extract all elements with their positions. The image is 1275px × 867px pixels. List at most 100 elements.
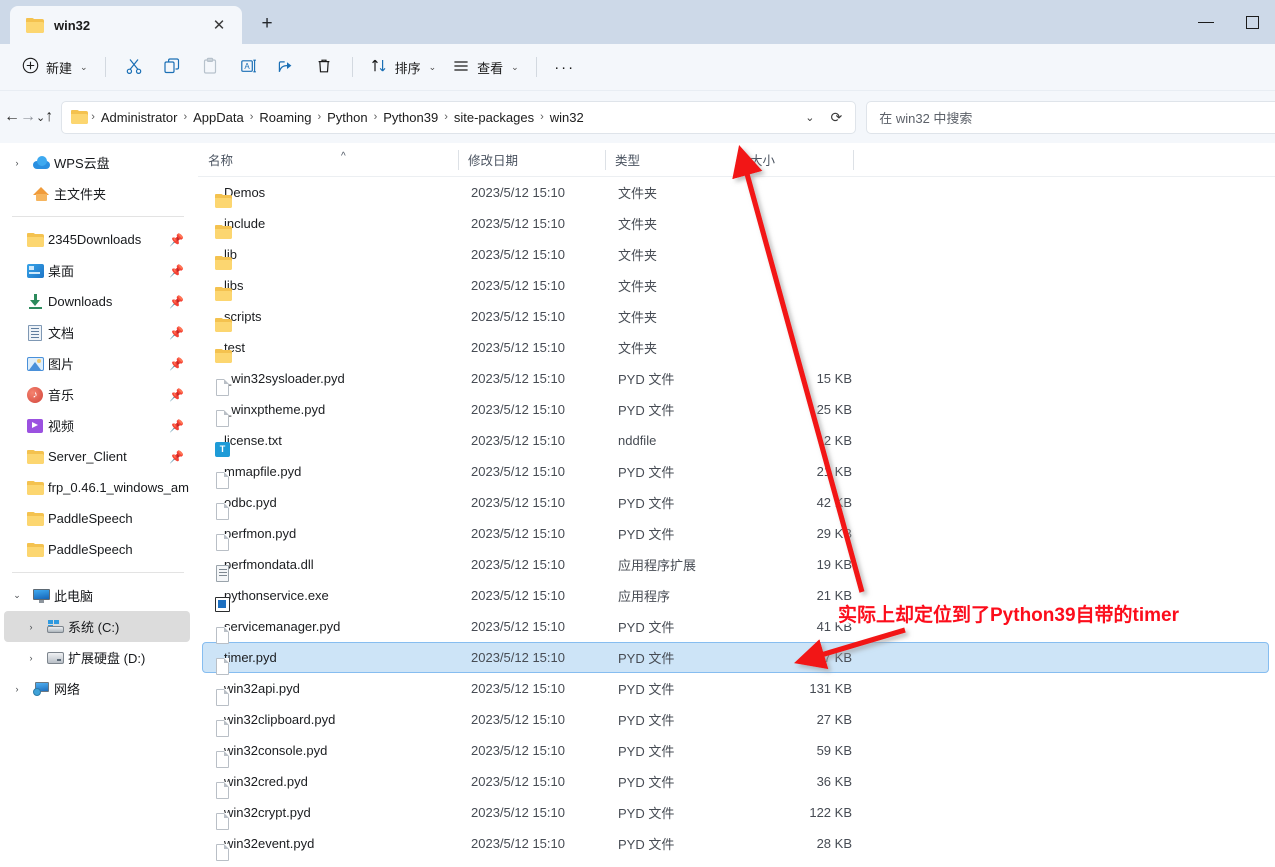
pin-icon[interactable]: 📌: [169, 357, 184, 371]
sidebar-item-music[interactable]: 音乐 📌: [4, 379, 190, 410]
sidebar-item-pictures[interactable]: 图片 📌: [4, 348, 190, 379]
chevron-right-icon[interactable]: ›: [6, 158, 28, 168]
maximize-icon[interactable]: [1229, 0, 1275, 44]
table-row[interactable]: test 2023/5/12 15:10 文件夹: [202, 332, 1269, 363]
sidebar-item-frp[interactable]: frp_0.46.1_windows_am: [4, 472, 190, 503]
breadcrumb-site-packages[interactable]: site-packages: [449, 107, 539, 128]
navigation-sidebar[interactable]: › WPS云盘 › 主文件夹 2345Downloads 📌 桌面 📌 Down…: [0, 143, 198, 867]
table-row[interactable]: mmapfile.pyd 2023/5/12 15:10 PYD 文件 21 KB: [202, 456, 1269, 489]
annotation-label: 实际上却定位到了Python39自带的timer: [838, 605, 1179, 626]
chevron-right-icon[interactable]: ›: [20, 622, 42, 632]
sidebar-item-wps-cloud[interactable]: › WPS云盘: [4, 147, 190, 178]
sidebar-item-videos[interactable]: 视频 📌: [4, 410, 190, 441]
breadcrumb-appdata[interactable]: AppData: [188, 107, 249, 128]
breadcrumb-python[interactable]: Python: [322, 107, 372, 128]
table-row[interactable]: timer.pyd 2023/5/12 15:10 PYD 文件 17 KB: [202, 642, 1269, 675]
pin-icon[interactable]: 📌: [169, 450, 184, 464]
sidebar-item-drive-d[interactable]: › 扩展硬盘 (D:): [4, 642, 190, 673]
table-row[interactable]: scripts 2023/5/12 15:10 文件夹: [202, 301, 1269, 332]
file-date-cell: 2023/5/12 15:10: [471, 216, 565, 231]
minimize-icon[interactable]: [1183, 0, 1229, 44]
tab-strip: win32 ✕ +: [0, 0, 284, 44]
search-box[interactable]: 在 win32 中搜索: [866, 100, 1275, 134]
column-header-size[interactable]: 大小: [740, 148, 853, 172]
table-row[interactable]: include 2023/5/12 15:10 文件夹: [202, 208, 1269, 239]
table-row[interactable]: win32cred.pyd 2023/5/12 15:10 PYD 文件 36 KB: [202, 766, 1269, 799]
pin-icon[interactable]: 📌: [169, 264, 184, 278]
table-row[interactable]: _winxptheme.pyd 2023/5/12 15:10 PYD 文件 25 K…: [202, 394, 1269, 427]
breadcrumb-administrator[interactable]: Administrator: [96, 107, 183, 128]
table-row[interactable]: win32event.pyd 2023/5/12 15:10 PYD 文件 28 KB: [202, 828, 1269, 861]
table-row[interactable]: lib 2023/5/12 15:10 文件夹: [202, 239, 1269, 270]
column-header-name[interactable]: 名称 ^: [198, 148, 458, 172]
file-name-cell: perfmondata.dll: [203, 557, 463, 582]
sidebar-item-documents[interactable]: 文档 📌: [4, 317, 190, 348]
delete-button[interactable]: [305, 51, 343, 83]
column-header-type-label: 类型: [615, 154, 641, 168]
plus-icon[interactable]: +: [250, 7, 284, 41]
file-name-label: win32event.pyd: [224, 836, 315, 851]
file-name-cell: scripts: [203, 309, 463, 332]
table-row[interactable]: win32console.pyd 2023/5/12 15:10 PYD 文件 59 …: [202, 735, 1269, 768]
breadcrumb-win32[interactable]: win32: [545, 107, 589, 128]
table-row[interactable]: win32api.pyd 2023/5/12 15:10 PYD 文件 131 KB: [202, 673, 1269, 706]
chevron-down-icon: ⌄: [80, 61, 88, 72]
back-button[interactable]: ←: [4, 101, 20, 133]
close-icon[interactable]: ✕: [206, 12, 232, 38]
paste-icon: [201, 57, 219, 78]
new-button[interactable]: 新建 ⌄: [14, 51, 96, 83]
pin-icon[interactable]: 📌: [169, 388, 184, 402]
breadcrumb-python39[interactable]: Python39: [378, 107, 443, 128]
table-row[interactable]: license.txt 2023/5/12 15:10 nddfile 2 KB: [202, 425, 1269, 457]
forward-button[interactable]: →: [20, 101, 36, 133]
chevron-down-icon[interactable]: ⌄: [796, 111, 823, 124]
sidebar-item-network[interactable]: › 网络: [4, 673, 190, 704]
pin-icon[interactable]: 📌: [169, 326, 184, 340]
column-header-type[interactable]: 类型: [605, 148, 740, 172]
more-options-button[interactable]: ···: [546, 51, 584, 83]
sidebar-item-this-pc[interactable]: ⌄ 此电脑: [4, 580, 190, 611]
sidebar-item-downloads[interactable]: Downloads 📌: [4, 286, 190, 317]
chevron-right-icon[interactable]: ›: [6, 684, 28, 694]
refresh-icon[interactable]: ⟳: [823, 109, 849, 126]
sidebar-item-system-c[interactable]: › 系统 (C:): [4, 611, 190, 642]
cut-button[interactable]: [115, 51, 153, 83]
copy-button[interactable]: [153, 51, 191, 83]
sidebar-item-2345downloads[interactable]: 2345Downloads 📌: [4, 224, 190, 255]
file-date-cell: 2023/5/12 15:10: [471, 619, 565, 634]
sidebar-item-paddlespeech-2[interactable]: PaddleSpeech: [4, 534, 190, 565]
search-input[interactable]: 在 win32 中搜索: [879, 108, 972, 127]
chevron-down-icon[interactable]: ⌄: [6, 590, 28, 601]
sidebar-item-desktop[interactable]: 桌面 📌: [4, 255, 190, 286]
table-row[interactable]: odbc.pyd 2023/5/12 15:10 PYD 文件 42 KB: [202, 487, 1269, 520]
paste-button[interactable]: [191, 51, 229, 83]
pin-icon[interactable]: 📌: [169, 295, 184, 309]
recent-locations-button[interactable]: ⌄: [36, 101, 45, 133]
table-row[interactable]: perfmon.pyd 2023/5/12 15:10 PYD 文件 29 KB: [202, 518, 1269, 551]
table-row[interactable]: win32clipboard.pyd 2023/5/12 15:10 PYD 文件 2…: [202, 704, 1269, 737]
breadcrumb-roaming[interactable]: Roaming: [254, 107, 316, 128]
share-button[interactable]: [267, 51, 305, 83]
up-button[interactable]: ↑: [45, 101, 53, 133]
file-name-label: servicemanager.pyd: [224, 619, 341, 634]
address-breadcrumb-bar[interactable]: › Administrator › AppData › Roaming › Py…: [61, 100, 857, 134]
view-button[interactable]: 查看 ⌄: [444, 51, 527, 83]
sidebar-item-server-client[interactable]: Server_Client 📌: [4, 441, 190, 472]
file-size-cell: 42 KB: [816, 495, 852, 510]
table-row[interactable]: Demos 2023/5/12 15:10 文件夹: [202, 177, 1269, 208]
tab-win32[interactable]: win32 ✕: [10, 6, 242, 44]
pin-icon[interactable]: 📌: [169, 233, 184, 247]
table-row[interactable]: _win32sysloader.pyd 2023/5/12 15:10 PYD 文件…: [202, 363, 1269, 396]
table-row[interactable]: win32crypt.pyd 2023/5/12 15:10 PYD 文件 122 K…: [202, 797, 1269, 830]
rename-button[interactable]: A: [229, 51, 267, 83]
column-header-date[interactable]: 修改日期: [458, 148, 605, 172]
sort-button[interactable]: 排序 ⌄: [362, 51, 445, 83]
sidebar-item-home[interactable]: › 主文件夹: [4, 178, 190, 209]
table-row[interactable]: perfmondata.dll 2023/5/12 15:10 应用程序扩展 19 K…: [202, 549, 1269, 582]
file-rows: Demos 2023/5/12 15:10 文件夹 include 2023/5/12 …: [198, 177, 1275, 861]
file-name-label: _winxptheme.pyd: [224, 402, 326, 417]
chevron-right-icon[interactable]: ›: [20, 653, 42, 663]
pin-icon[interactable]: 📌: [169, 419, 184, 433]
sidebar-item-paddlespeech-1[interactable]: PaddleSpeech: [4, 503, 190, 534]
table-row[interactable]: libs 2023/5/12 15:10 文件夹: [202, 270, 1269, 301]
